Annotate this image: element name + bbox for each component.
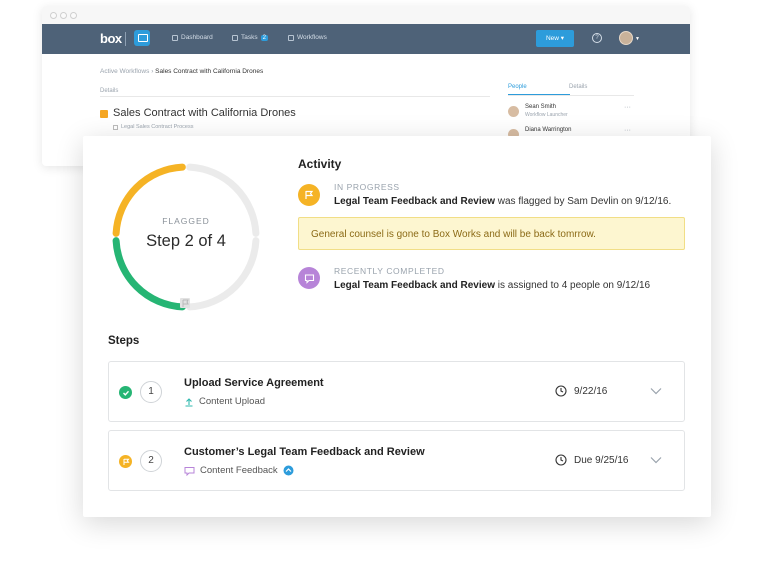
help-icon[interactable]: ?: [592, 33, 602, 43]
person-role: Workflow Launcher: [525, 112, 568, 118]
window-minimize-dot[interactable]: [60, 12, 67, 19]
check-square-icon: [232, 34, 238, 41]
activity-step-link[interactable]: Legal Team Feedback and Review: [334, 196, 495, 207]
breadcrumb: Active Workflows › Sales Contract with C…: [100, 68, 263, 75]
steps-heading: Steps: [108, 335, 140, 347]
nav-workflows-label: Workflows: [297, 34, 327, 41]
comment-icon: [298, 267, 320, 289]
upload-icon: [185, 397, 193, 407]
step-type-label: Content Upload: [199, 396, 266, 407]
step-type: Content Feedback: [184, 465, 294, 476]
tab-people[interactable]: People: [508, 84, 527, 90]
box-integration-icon: [283, 465, 294, 476]
more-options-icon[interactable]: ···: [624, 104, 631, 111]
step-row[interactable]: 1 Upload Service Agreement Content Uploa…: [108, 361, 685, 422]
workflow-subtitle: Legal Sales Contract Process: [113, 124, 193, 130]
grid-icon: [172, 34, 178, 41]
nav-workflows[interactable]: Workflows: [288, 34, 327, 41]
person-name: Diana Warrington: [525, 127, 572, 133]
box-logo[interactable]: box: [100, 31, 122, 46]
step-type: Content Upload: [184, 396, 265, 407]
more-options-icon[interactable]: ···: [624, 127, 631, 134]
user-avatar[interactable]: [619, 31, 633, 45]
workflow-detail-card: FLAGGED Step 2 of 4 Activity IN PROGRESS…: [83, 136, 711, 517]
progress-status-label: FLAGGED: [162, 216, 210, 226]
workflow-title: Sales Contract with California Drones: [113, 107, 296, 119]
activity-message: Legal Team Feedback and Review was flagg…: [334, 196, 671, 207]
activity-step-link[interactable]: Legal Team Feedback and Review: [334, 280, 495, 291]
details-section-label: Details: [100, 88, 119, 94]
tasks-count-badge: 2: [260, 34, 268, 41]
step-number: 2: [140, 450, 162, 472]
nav-tasks[interactable]: Tasks 2: [232, 34, 268, 41]
window-chrome: [42, 6, 690, 24]
step-row[interactable]: 2 Customer’s Legal Team Feedback and Rev…: [108, 430, 685, 491]
logo-divider: [125, 32, 126, 46]
avatar: [508, 106, 519, 117]
flag-icon: [298, 184, 320, 206]
step-number: 1: [140, 381, 162, 403]
workflow-file-icon: [100, 110, 108, 118]
nav-tasks-label: Tasks: [241, 34, 258, 41]
app-switcher-icon[interactable]: [134, 30, 150, 46]
breadcrumb-parent[interactable]: Active Workflows: [100, 68, 149, 75]
flag-marker-icon: [180, 298, 190, 308]
user-menu-caret-icon[interactable]: ▼: [635, 36, 640, 42]
new-button[interactable]: New ▾: [536, 30, 574, 47]
nav-dashboard[interactable]: Dashboard: [172, 34, 213, 41]
step-date: Due 9/25/16: [574, 455, 629, 466]
chevron-down-icon[interactable]: [650, 386, 662, 396]
nav-dashboard-label: Dashboard: [181, 34, 213, 41]
window-maximize-dot[interactable]: [70, 12, 77, 19]
activity-status: RECENTLY COMPLETED: [334, 266, 445, 276]
comment-icon: [184, 466, 195, 476]
activity-message: Legal Team Feedback and Review is assign…: [334, 280, 650, 291]
divider: [100, 96, 490, 97]
top-navbar: box Dashboard Tasks 2 Workflows New ▾ ? …: [42, 24, 690, 54]
tabs-divider: [508, 95, 634, 96]
breadcrumb-current: Sales Contract with California Drones: [155, 68, 264, 75]
flag-note: General counsel is gone to Box Works and…: [298, 217, 685, 250]
activity-heading: Activity: [298, 157, 342, 171]
breadcrumb-separator: ›: [151, 68, 154, 75]
activity-status: IN PROGRESS: [334, 182, 400, 192]
flag-icon: [119, 455, 132, 468]
process-icon: [113, 124, 118, 130]
chevron-down-icon[interactable]: [650, 455, 662, 465]
step-type-label: Content Feedback: [200, 465, 278, 476]
person-name: Sean Smith: [525, 104, 557, 110]
step-name[interactable]: Upload Service Agreement: [184, 377, 324, 389]
step-date: 9/22/16: [574, 386, 608, 397]
check-icon: [119, 386, 132, 399]
tab-details[interactable]: Details: [569, 84, 587, 90]
window-close-dot[interactable]: [50, 12, 57, 19]
clock-icon: [555, 385, 567, 397]
activity-message-rest: is assigned to 4 people on 9/12/16: [495, 280, 651, 291]
workflow-process-name[interactable]: Legal Sales Contract Process: [121, 124, 193, 130]
step-name[interactable]: Customer’s Legal Team Feedback and Revie…: [184, 446, 425, 458]
progress-step-text: Step 2 of 4: [146, 232, 226, 250]
workflow-icon: [288, 34, 294, 41]
clock-icon: [555, 454, 567, 466]
activity-message-rest: was flagged by Sam Devlin on 9/12/16.: [495, 196, 672, 207]
